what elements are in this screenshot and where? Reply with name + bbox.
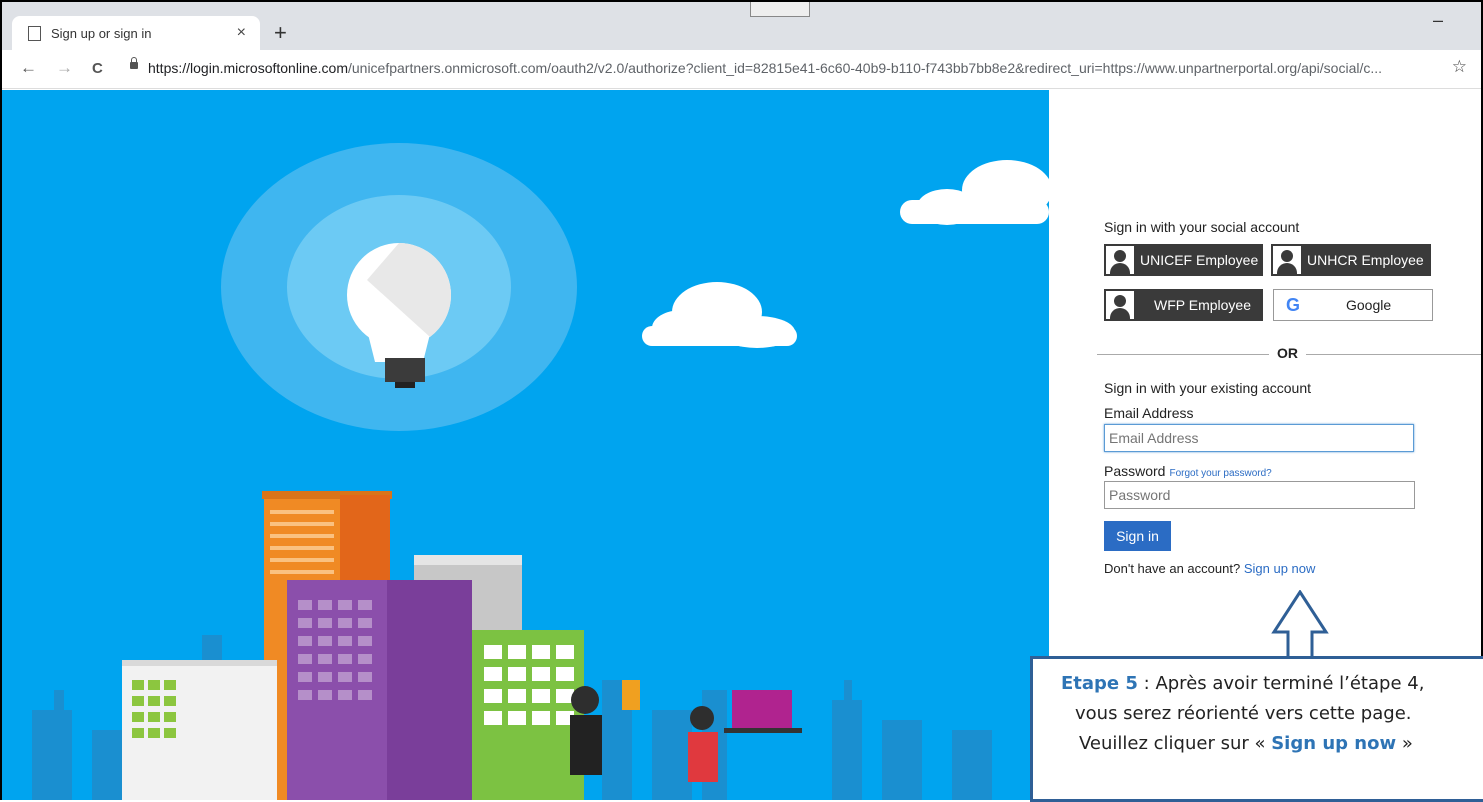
back-icon[interactable]: ← — [20, 58, 37, 78]
password-label: Password — [1104, 463, 1166, 479]
callout-line-2: vous serez réorienté vers cette page. — [1075, 703, 1412, 724]
unicef-employee-label: UNICEF Employee — [1140, 252, 1259, 268]
callout-line-1: Etape 5 : Après avoir terminé l’étape 4, — [1061, 669, 1483, 699]
or-label: OR — [1269, 345, 1306, 361]
instruction-callout: Etape 5 : Après avoir terminé l’étape 4,… — [1030, 656, 1483, 802]
url-field[interactable]: https://login.microsoftonline.com/unicef… — [148, 60, 1382, 76]
wfp-employee-button[interactable]: WFP Employee — [1104, 289, 1263, 321]
wfp-employee-label: WFP Employee — [1154, 297, 1251, 313]
window-drag-handle[interactable] — [750, 2, 810, 17]
callout-signup-highlight: Sign up now — [1271, 733, 1397, 754]
hero-illustration — [2, 90, 1049, 800]
city-illustration — [32, 143, 1049, 800]
no-account-row: Don't have an account? Sign up now — [1104, 561, 1315, 576]
person-icon — [1106, 246, 1134, 274]
callout-line-3: Veuillez cliquer sur « Sign up now » — [1061, 729, 1483, 759]
google-g-icon: G — [1286, 294, 1301, 315]
minimize-button[interactable]: – — [1433, 10, 1443, 31]
existing-signin-title: Sign in with your existing account — [1104, 380, 1311, 396]
forward-icon[interactable]: → — [56, 58, 73, 78]
step-label: Etape 5 — [1061, 673, 1138, 694]
address-bar: ← → C https://login.microsoftonline.com/… — [2, 50, 1481, 89]
email-field[interactable] — [1104, 424, 1414, 452]
callout-line-3-start: Veuillez cliquer sur « — [1079, 733, 1272, 754]
url-path: /unicefpartners.onmicrosoft.com/oauth2/v… — [347, 60, 1383, 76]
sign-up-now-link[interactable]: Sign up now — [1244, 561, 1316, 576]
bookmark-star-icon[interactable]: ☆ — [1452, 57, 1467, 77]
password-field[interactable] — [1104, 481, 1415, 509]
email-label: Email Address — [1104, 405, 1194, 421]
sign-in-button[interactable]: Sign in — [1104, 521, 1171, 551]
url-host: https://login.microsoftonline.com — [148, 60, 348, 76]
unhcr-employee-label: UNHCR Employee — [1307, 252, 1424, 268]
browser-tab-strip: Sign up or sign in × + – — [2, 2, 1481, 50]
unhcr-employee-button[interactable]: UNHCR Employee — [1271, 244, 1431, 276]
lock-icon[interactable] — [130, 57, 138, 69]
close-tab-icon[interactable]: × — [237, 24, 246, 42]
person-icon — [1273, 246, 1301, 274]
reload-icon[interactable]: C — [92, 60, 103, 77]
google-label: Google — [1346, 297, 1392, 313]
social-signin-title: Sign in with your social account — [1104, 219, 1300, 235]
password-label-row: Password Forgot your password? — [1104, 463, 1272, 479]
person-icon — [1106, 291, 1134, 319]
google-signin-button[interactable]: G Google — [1273, 289, 1433, 321]
browser-tab[interactable]: Sign up or sign in × — [12, 16, 260, 50]
forgot-password-link[interactable]: Forgot your password? — [1169, 468, 1271, 479]
new-tab-button[interactable]: + — [274, 20, 287, 46]
up-arrow-icon — [1271, 590, 1329, 660]
tab-title: Sign up or sign in — [51, 25, 152, 41]
callout-line-1-text: : Après avoir terminé l’étape 4, — [1137, 673, 1425, 694]
no-account-text: Don't have an account? — [1104, 561, 1241, 576]
callout-line-3-end: » — [1396, 733, 1413, 754]
page-icon — [28, 25, 41, 41]
unicef-employee-button[interactable]: UNICEF Employee — [1104, 244, 1263, 276]
